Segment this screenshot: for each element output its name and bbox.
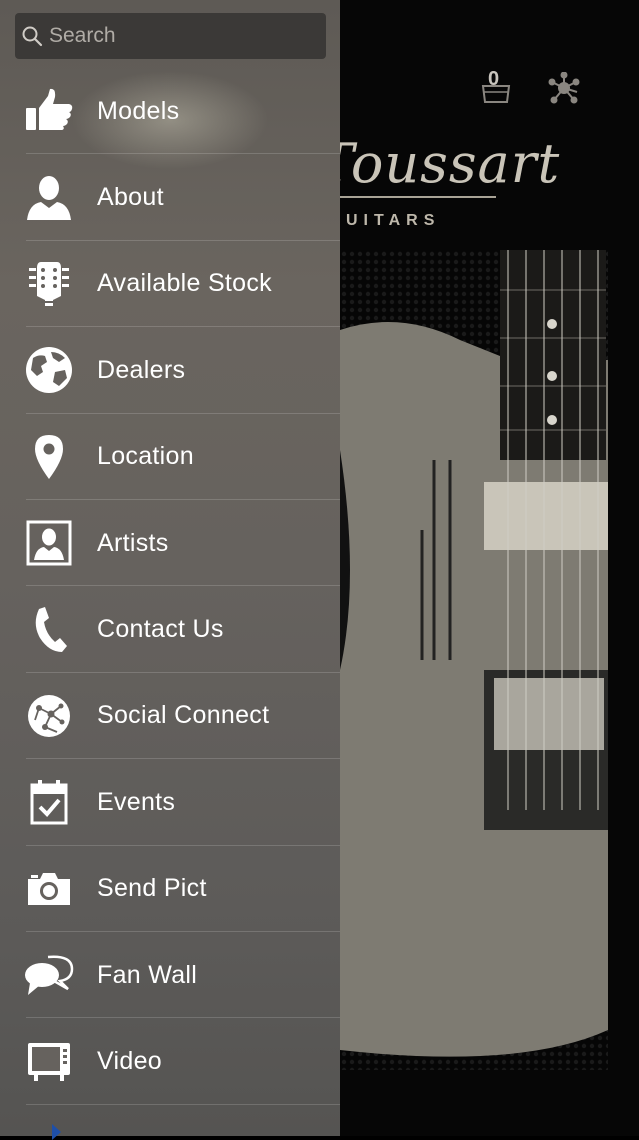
search-bar[interactable]: Search <box>15 13 326 59</box>
menu-label-fan-wall: Fan Wall <box>97 960 198 989</box>
menu-item-social-connect[interactable]: Social Connect <box>0 673 340 760</box>
thumbs-up-icon <box>24 86 74 136</box>
brand-rule <box>340 196 496 198</box>
tv-icon <box>24 1036 74 1086</box>
menu-item-fan-wall[interactable]: Fan Wall <box>0 932 340 1019</box>
brand-script: Toussart <box>340 132 561 195</box>
cart-count: 0 <box>488 68 500 90</box>
cart-button[interactable]: 0 <box>480 68 512 104</box>
share-network-button[interactable] <box>548 71 580 104</box>
camera-icon <box>24 864 74 914</box>
menu-label-social-connect: Social Connect <box>97 701 270 730</box>
more-indicator <box>52 1124 61 1140</box>
menu-item-contact-us[interactable]: Contact Us <box>0 586 340 674</box>
menu-label-models: Models <box>97 96 180 125</box>
menu-label-available-stock: Available Stock <box>97 269 272 298</box>
menu-label-about: About <box>97 183 164 212</box>
calendar-check-icon <box>24 777 74 827</box>
header-icons: 0 <box>470 68 590 110</box>
guitar-image <box>340 250 608 1070</box>
search-icon <box>22 26 43 47</box>
menu-label-video: Video <box>97 1046 162 1075</box>
menu-item-location[interactable]: Location <box>0 414 340 501</box>
menu-label-artists: Artists <box>97 528 169 557</box>
menu-label-dealers: Dealers <box>97 355 186 384</box>
menu-item-send-pict[interactable]: Send Pict <box>0 846 340 933</box>
menu-item-available-stock[interactable]: Available Stock <box>0 241 340 328</box>
menu-label-events: Events <box>97 787 176 816</box>
menu-item-about[interactable]: About <box>0 154 340 242</box>
search-placeholder: Search <box>49 24 116 47</box>
background-app-view: 0 Toussart UITARS <box>340 0 639 1136</box>
phone-icon <box>24 605 74 655</box>
menu-item-models[interactable]: Models <box>0 68 340 155</box>
portrait-icon <box>24 518 74 568</box>
map-pin-icon <box>24 432 74 482</box>
guitar-headstock-icon <box>24 259 74 309</box>
menu-item-events[interactable]: Events <box>0 759 340 846</box>
menu-item-artists[interactable]: Artists <box>0 500 340 587</box>
brand-subtitle: UITARS <box>346 212 441 229</box>
brand-logo: Toussart UITARS <box>340 132 559 242</box>
side-drawer: Search Models About Available Stock Deal… <box>0 0 340 1140</box>
chat-bubbles-icon <box>24 950 74 1000</box>
menu-item-dealers[interactable]: Dealers <box>0 327 340 414</box>
menu-item-video[interactable]: Video <box>0 1018 340 1106</box>
share-network-icon <box>548 71 580 104</box>
menu-list: Models About Available Stock Dealers Loc… <box>0 68 340 1106</box>
menu-label-send-pict: Send Pict <box>97 874 207 903</box>
menu-label-contact-us: Contact Us <box>97 615 224 644</box>
social-network-icon <box>24 691 74 741</box>
globe-icon <box>24 345 74 395</box>
menu-label-location: Location <box>97 442 194 471</box>
person-icon <box>24 173 74 223</box>
